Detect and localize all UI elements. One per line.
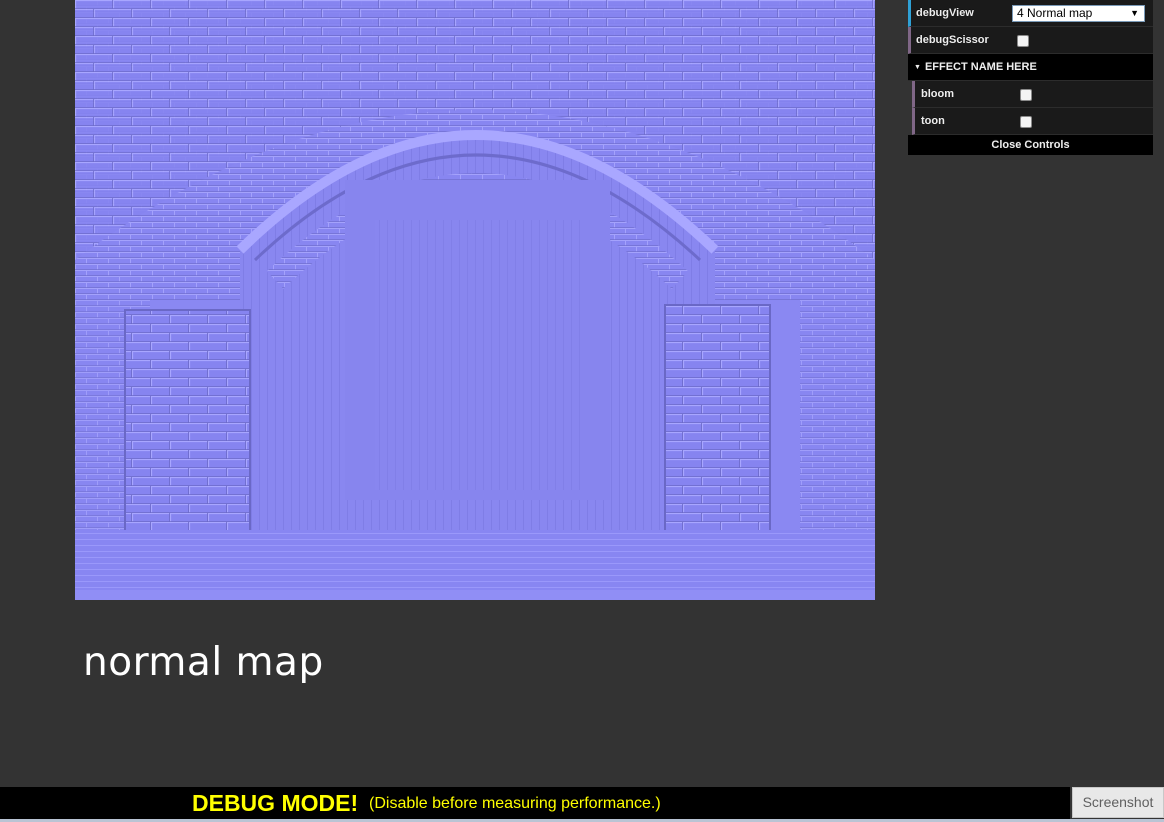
screenshot-button[interactable]: Screenshot [1072, 787, 1164, 818]
toon-label: toon [921, 115, 945, 127]
view-caption: normal map [83, 640, 324, 685]
dropdown-arrow-icon: ▼ [1130, 8, 1139, 18]
effect-folder-label: EFFECT NAME HERE [924, 61, 1037, 73]
bloom-row: bloom [912, 81, 1153, 108]
debug-mode-note: (Disable before measuring performance.) [369, 795, 661, 812]
effect-folder-title[interactable]: ▼ EFFECT NAME HERE [908, 54, 1153, 81]
folder-expanded-icon: ▼ [914, 64, 921, 71]
toon-checkbox[interactable] [1020, 116, 1032, 128]
controls-panel: debugView 4 Normal map ▼ debugScissor ▼ E… [908, 0, 1153, 155]
close-controls-button[interactable]: Close Controls [908, 135, 1153, 155]
render-canvas[interactable] [75, 0, 875, 600]
debug-scissor-label: debugScissor [916, 34, 989, 46]
bloom-checkbox[interactable] [1020, 89, 1032, 101]
debug-mode-banner: DEBUG MODE! (Disable before measuring pe… [0, 787, 1070, 819]
debug-scissor-checkbox[interactable] [1017, 35, 1029, 47]
debug-mode-heading: DEBUG MODE! [192, 790, 359, 816]
debug-view-row: debugView 4 Normal map ▼ [908, 0, 1153, 27]
debug-view-label: debugView [916, 7, 974, 19]
debug-scissor-row: debugScissor [908, 27, 1153, 54]
toon-row: toon [912, 108, 1153, 135]
normal-map-render [75, 0, 875, 600]
debug-view-select[interactable]: 4 Normal map ▼ [1012, 5, 1145, 22]
debug-view-value: 4 Normal map [1017, 6, 1093, 20]
bloom-label: bloom [921, 88, 954, 100]
